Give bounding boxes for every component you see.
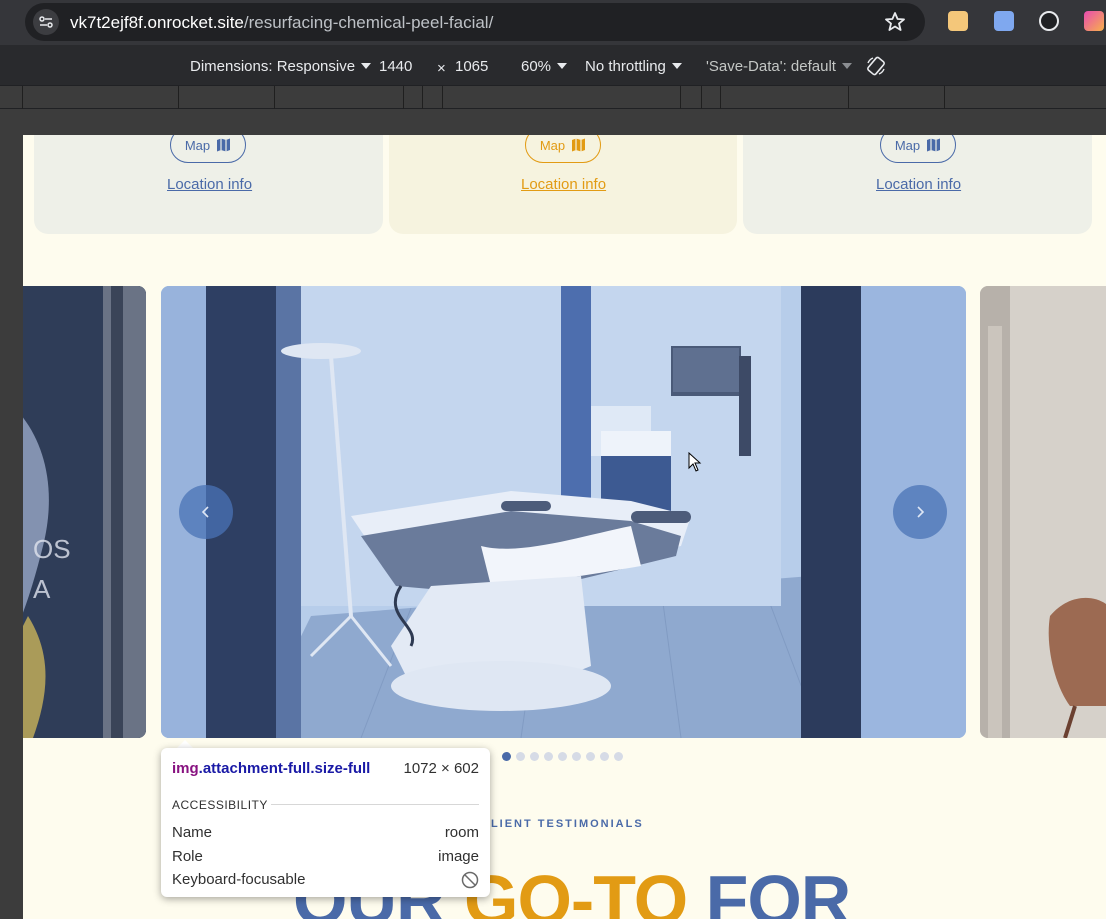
element-selector: img.attachment-full.size-full xyxy=(172,760,371,777)
chevron-right-icon xyxy=(917,506,925,518)
testimonials-eyebrow: CLIENT TESTIMONIALS xyxy=(481,818,644,830)
carousel-prev-button[interactable] xyxy=(179,485,233,539)
svg-text:A: A xyxy=(33,574,51,604)
browser-topbar: vk7t2ejf8f.onrocket.site/resurfacing-che… xyxy=(0,0,1106,45)
a11y-focusable-row: Keyboard-focusable xyxy=(172,871,479,889)
location-card-2: Map Location info xyxy=(389,135,737,234)
map-icon xyxy=(217,138,231,152)
zoom-select[interactable]: 60% xyxy=(521,58,568,75)
extension-record-icon[interactable] xyxy=(1039,11,1059,31)
map-button[interactable]: Map xyxy=(170,135,246,163)
location-info-link[interactable]: Location info xyxy=(876,176,961,193)
svg-text:OS: OS xyxy=(33,534,71,564)
carousel-slide-current[interactable] xyxy=(161,286,966,738)
mouse-cursor-icon xyxy=(688,451,702,477)
bookmark-star-icon[interactable] xyxy=(883,10,907,34)
carousel-pagination xyxy=(502,752,623,761)
chevron-left-icon xyxy=(201,506,209,518)
dimensions-select[interactable]: Dimensions: Responsive xyxy=(190,58,372,75)
throttling-select[interactable]: No throttling xyxy=(585,58,682,75)
location-card-3: Map Location info xyxy=(743,135,1092,234)
carousel-dot[interactable] xyxy=(544,752,553,761)
carousel-dot[interactable] xyxy=(572,752,581,761)
viewport-gutter xyxy=(0,109,1106,135)
location-info-link[interactable]: Location info xyxy=(521,176,606,193)
device-toolbar: Dimensions: Responsive 1440 × 1065 60% N… xyxy=(0,45,1106,85)
carousel-dot[interactable] xyxy=(558,752,567,761)
map-icon xyxy=(572,138,586,152)
section-divider xyxy=(271,804,479,805)
height-input[interactable]: 1065 xyxy=(455,58,488,75)
save-data-select[interactable]: 'Save-Data': default xyxy=(706,58,852,75)
carousel-dot[interactable] xyxy=(586,752,595,761)
map-button[interactable]: Map xyxy=(880,135,956,163)
carousel-slide-next[interactable] xyxy=(980,286,1106,738)
times-sign: × xyxy=(437,60,446,77)
inspect-tooltip: img.attachment-full.size-full 1072 × 602… xyxy=(161,748,490,897)
media-query-ruler[interactable] xyxy=(0,85,1106,110)
url-text[interactable]: vk7t2ejf8f.onrocket.site/resurfacing-che… xyxy=(70,13,493,33)
carousel-dot[interactable] xyxy=(600,752,609,761)
site-info-icon[interactable] xyxy=(33,9,59,35)
carousel-dot[interactable] xyxy=(530,752,539,761)
a11y-name-row: Name room xyxy=(172,824,479,841)
a11y-role-row: Role image xyxy=(172,848,479,865)
map-icon xyxy=(927,138,941,152)
carousel-dot[interactable] xyxy=(614,752,623,761)
carousel-next-button[interactable] xyxy=(893,485,947,539)
extension-notes-icon[interactable] xyxy=(948,11,968,31)
width-input[interactable]: 1440 xyxy=(379,58,412,75)
rotate-icon[interactable] xyxy=(865,55,887,77)
element-size: 1072 × 602 xyxy=(403,760,480,777)
carousel-dot[interactable] xyxy=(516,752,525,761)
carousel-dot[interactable] xyxy=(502,752,511,761)
not-focusable-icon xyxy=(461,871,479,889)
extension-color-icon[interactable] xyxy=(1084,11,1104,31)
carousel-slide-previous[interactable]: OS A xyxy=(23,286,146,738)
address-bar[interactable]: vk7t2ejf8f.onrocket.site/resurfacing-che… xyxy=(25,3,925,41)
location-card-1: Map Location info xyxy=(34,135,383,234)
map-button[interactable]: Map xyxy=(525,135,601,163)
accessibility-heading: ACCESSIBILITY xyxy=(172,798,268,812)
viewport-side-gutter xyxy=(0,135,23,919)
location-info-link[interactable]: Location info xyxy=(167,176,252,193)
extension-files-icon[interactable] xyxy=(994,11,1014,31)
